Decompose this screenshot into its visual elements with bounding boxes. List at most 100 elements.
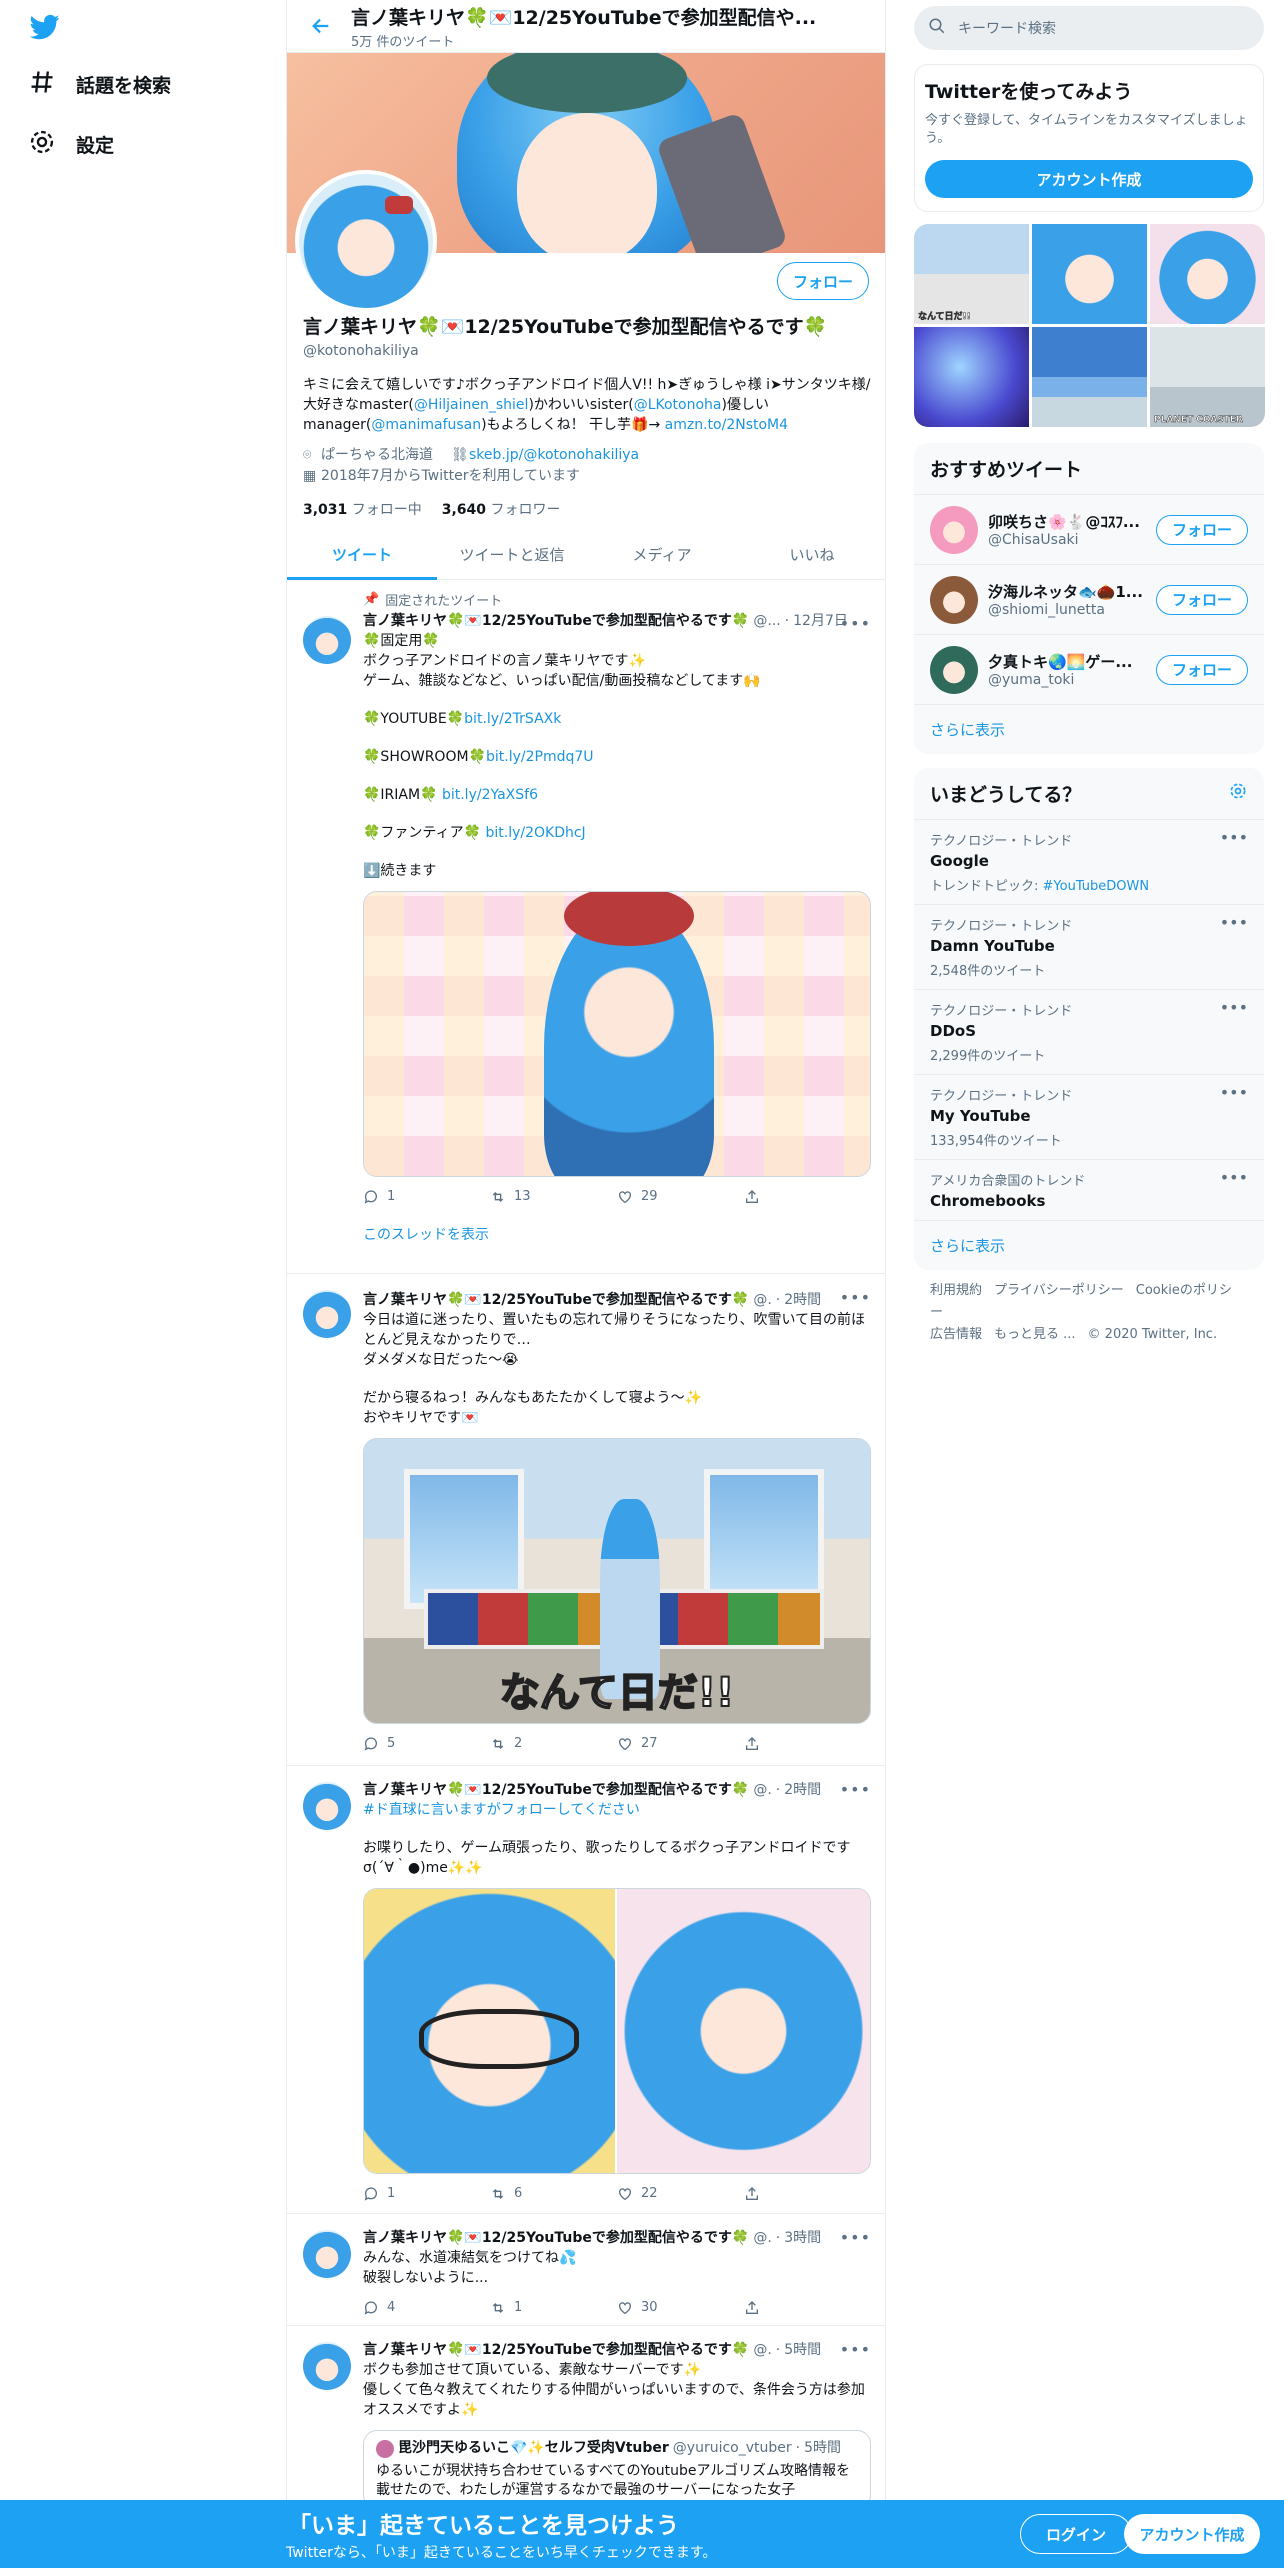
tab-tweets[interactable]: ツイート <box>287 530 437 580</box>
trend-item[interactable]: テクノロジー・トレンド Google トレンドトピック: #YouTubeDOW… <box>914 820 1264 905</box>
more-options-icon[interactable]: ••• <box>1220 1168 1248 1187</box>
more-options-icon[interactable]: ••• <box>1220 913 1248 932</box>
bio-mention-link[interactable]: @manimafusan <box>371 417 481 433</box>
tweet-author-name[interactable]: 言ノ葉キリヤ🍀💌12/25YouTubeで参加型配信やるです🍀 <box>363 1290 749 1310</box>
footer-more-link[interactable]: もっと見る ... <box>994 1327 1076 1342</box>
trend-hashtag-link[interactable]: #YouTubeDOWN <box>1043 879 1150 894</box>
tweet[interactable]: 📌 固定されたツイート ••• 言ノ葉キリヤ🍀💌12/25YouTubeで参加型配… <box>287 580 885 1274</box>
media-thumbnail[interactable] <box>1150 224 1265 324</box>
tweet[interactable]: ••• 言ノ葉キリヤ🍀💌12/25YouTubeで参加型配信やるです🍀 @. · 2時… <box>287 1284 885 1766</box>
search-input[interactable]: キーワード検索 <box>958 18 1056 38</box>
more-options-icon[interactable]: ••• <box>840 1780 871 1799</box>
like-button[interactable]: 22 <box>617 2184 744 2204</box>
media-thumbnail[interactable] <box>1032 327 1147 427</box>
twitter-logo-icon[interactable] <box>28 12 64 42</box>
retweet-button[interactable]: 6 <box>490 2184 617 2204</box>
trends-show-more-link[interactable]: さらに表示 <box>914 1221 1264 1270</box>
retweet-button[interactable]: 13 <box>490 1187 617 1207</box>
more-options-icon[interactable]: ••• <box>840 1288 871 1307</box>
reply-button[interactable]: 1 <box>363 1187 490 1207</box>
more-options-icon[interactable]: ••• <box>840 2228 871 2247</box>
tweet[interactable]: ••• 言ノ葉キリヤ🍀💌12/25YouTubeで参加型配信やるです🍀 @. · 3時… <box>287 2214 885 2326</box>
more-options-icon[interactable]: ••• <box>1220 828 1248 847</box>
tweet-avatar[interactable] <box>303 2230 351 2278</box>
show-thread-link[interactable]: このスレッドを表示 <box>363 1225 871 1245</box>
follow-button[interactable]: フォロー <box>1156 514 1248 545</box>
nav-settings[interactable]: 設定 <box>28 124 114 164</box>
more-options-icon[interactable]: ••• <box>1220 1083 1248 1102</box>
reply-button[interactable]: 5 <box>363 1734 490 1754</box>
avatar[interactable] <box>930 505 978 554</box>
trend-item[interactable]: テクノロジー・トレンド Damn YouTube 2,548件のツイート ••• <box>914 905 1264 990</box>
share-button[interactable] <box>744 2298 871 2318</box>
fantia-link[interactable]: bit.ly/2OKDhcJ <box>485 825 585 841</box>
follow-button[interactable]: フォロー <box>777 262 869 300</box>
like-button[interactable]: 29 <box>617 1187 744 1207</box>
iriam-link[interactable]: bit.ly/2YaXSf6 <box>442 787 538 803</box>
tweet-image[interactable] <box>363 1888 871 2174</box>
avatar[interactable] <box>930 575 978 624</box>
tweet-time[interactable]: 3時間 <box>784 2228 821 2248</box>
tweet-image[interactable]: なんて日だ!! <box>363 1438 871 1724</box>
follow-button[interactable]: フォロー <box>1156 654 1248 685</box>
tweet[interactable]: ••• 言ノ葉キリヤ🍀💌12/25YouTubeで参加型配信やるです🍀 @. · 2時… <box>287 1766 885 2214</box>
search-box[interactable]: キーワード検索 <box>914 6 1264 50</box>
tweet-avatar[interactable] <box>303 1782 351 1830</box>
tweet-author-name[interactable]: 言ノ葉キリヤ🍀💌12/25YouTubeで参加型配信やるです🍀 <box>363 1780 749 1800</box>
tweet-avatar[interactable] <box>303 1290 351 1338</box>
followers-link[interactable]: 3,640 フォロワー <box>442 499 561 519</box>
hashtag-link[interactable]: #ド直球に言いますがフォローしてください <box>363 1800 871 1820</box>
quoted-tweet[interactable]: 毘沙門天ゆるいこ💎✨セルフ受肉Vtuber @yuruico_vtuber · 5時間… <box>363 2430 871 2509</box>
tweet-author-name[interactable]: 言ノ葉キリヤ🍀💌12/25YouTubeで参加型配信やるです🍀 <box>363 2228 749 2248</box>
settings-gear-icon[interactable] <box>1228 781 1248 806</box>
recommend-item[interactable]: 汐海ルネッタ🐟🌰1... @shiomi_lunetta フォロー <box>914 565 1264 635</box>
more-options-icon[interactable]: ••• <box>840 614 871 633</box>
footer-link[interactable]: 利用規約 <box>930 1283 982 1298</box>
recommend-item[interactable]: 卯咲ちさ🌸🐇@ｺｽﾌ... @ChisaUsaki フォロー <box>914 495 1264 565</box>
following-link[interactable]: 3,031 フォロー中 <box>303 499 422 519</box>
follow-button[interactable]: フォロー <box>1156 584 1248 615</box>
reply-button[interactable]: 1 <box>363 2184 490 2204</box>
reply-button[interactable]: 4 <box>363 2298 490 2318</box>
bio-mention-link[interactable]: @Hiljainen_shiel <box>414 397 529 413</box>
share-button[interactable] <box>744 1734 871 1754</box>
tweet-time[interactable]: 2時間 <box>784 1780 821 1800</box>
nav-explore[interactable]: 話題を検索 <box>28 64 171 104</box>
share-button[interactable] <box>744 1187 871 1207</box>
media-thumbnail[interactable]: なんて日だ!! <box>914 224 1029 324</box>
tweet-author-name[interactable]: 言ノ葉キリヤ🍀💌12/25YouTubeで参加型配信やるです🍀 <box>363 611 749 631</box>
tweet-time[interactable]: 5時間 <box>784 2340 821 2360</box>
profile-avatar[interactable] <box>295 170 437 312</box>
media-thumbnail[interactable] <box>914 327 1029 427</box>
trend-item[interactable]: テクノロジー・トレンド DDoS 2,299件のツイート ••• <box>914 990 1264 1075</box>
tab-media[interactable]: メディア <box>587 530 737 579</box>
retweet-button[interactable]: 2 <box>490 1734 617 1754</box>
show-more-link[interactable]: さらに表示 <box>914 705 1264 754</box>
media-thumbnail[interactable]: PLANET COASTER <box>1150 327 1265 427</box>
more-options-icon[interactable]: ••• <box>840 2340 871 2359</box>
like-button[interactable]: 27 <box>617 1734 744 1754</box>
like-button[interactable]: 30 <box>617 2298 744 2318</box>
bio-mention-link[interactable]: @LKotonoha <box>634 397 722 413</box>
tweet-time[interactable]: 2時間 <box>784 1290 821 1310</box>
trend-item[interactable]: テクノロジー・トレンド My YouTube 133,954件のツイート ••• <box>914 1075 1264 1160</box>
tab-likes[interactable]: いいね <box>737 530 885 579</box>
tweet-author-name[interactable]: 言ノ葉キリヤ🍀💌12/25YouTubeで参加型配信やるです🍀 <box>363 2340 749 2360</box>
profile-website-link[interactable]: skeb.jp/@kotonohakiliya <box>469 447 639 463</box>
avatar[interactable] <box>930 645 978 694</box>
footer-link[interactable]: 広告情報 <box>930 1327 982 1342</box>
showroom-link[interactable]: bit.ly/2Pmdq7U <box>486 749 594 765</box>
retweet-button[interactable]: 1 <box>490 2298 617 2318</box>
footer-link[interactable]: プライバシーポリシー <box>994 1283 1124 1298</box>
bio-url-link[interactable]: amzn.to/2NstoM4 <box>665 417 788 433</box>
bottom-signup-button[interactable]: アカウント作成 <box>1124 2514 1260 2554</box>
more-options-icon[interactable]: ••• <box>1220 998 1248 1017</box>
back-arrow-icon[interactable] <box>303 8 339 44</box>
tweet-avatar[interactable] <box>303 616 351 664</box>
youtube-link[interactable]: bit.ly/2TrSAXk <box>464 711 561 727</box>
tab-tweets-replies[interactable]: ツイートと返信 <box>437 530 587 579</box>
share-button[interactable] <box>744 2184 871 2204</box>
recommend-item[interactable]: 夕真トキ🌏🌅ゲー... @yuma_toki フォロー <box>914 635 1264 705</box>
trend-item[interactable]: アメリカ合衆国のトレンド Chromebooks ••• <box>914 1160 1264 1221</box>
tweet-image[interactable] <box>363 891 871 1177</box>
